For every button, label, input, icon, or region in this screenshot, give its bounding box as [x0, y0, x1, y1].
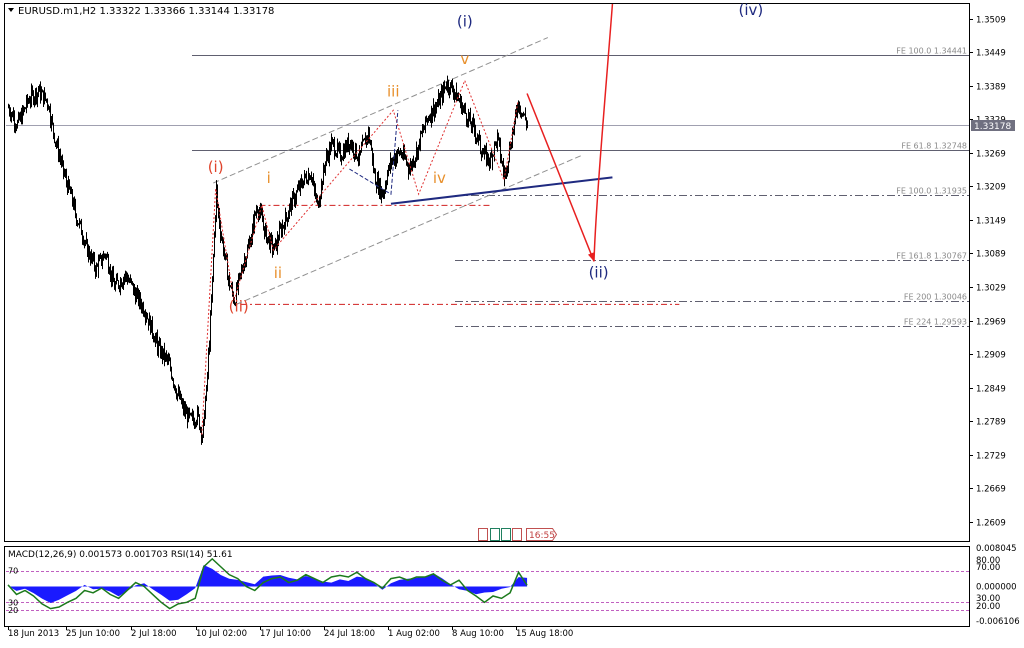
- forecast-up-curve: [593, 3, 614, 262]
- wave-label: (ii): [229, 298, 249, 316]
- arrowhead-icon: [587, 252, 594, 262]
- timer-cell-3: [501, 528, 511, 541]
- price-tick-label: 1.3209: [976, 183, 1006, 193]
- price-tick-label: 1.3149: [976, 217, 1006, 227]
- time-tick-label: 1 Aug 02:00: [388, 629, 440, 639]
- price-tick-label: 1.3509: [976, 16, 1006, 26]
- chart-title: EURUSD.m1,H2 1.33322 1.33366 1.33144 1.3…: [8, 6, 274, 17]
- timer-widget: 16:55: [478, 528, 558, 541]
- blue-trendline: [390, 176, 613, 205]
- time-tick-label: 2 Jul 18:00: [131, 629, 177, 639]
- trend-channels: [213, 37, 680, 305]
- indicator-left-tick: 70: [8, 567, 18, 576]
- indicator-title: MACD(12,26,9) 0.001573 0.001703 RSI(14) …: [8, 550, 233, 560]
- chart-canvas: 1.35091.34491.33891.33291.32691.32091.31…: [4, 1, 1020, 639]
- fib-level-label: FE 61.8 1.32748: [901, 142, 967, 151]
- chart-window: 1.35091.34491.33891.33291.32691.32091.31…: [0, 0, 1024, 644]
- wave-label: (iv): [738, 1, 763, 19]
- wave-label: (ii): [589, 264, 609, 282]
- price-tick-label: 1.2789: [976, 418, 1006, 428]
- wave-label: (i): [457, 12, 473, 30]
- indicator-tick-label: 0.008045: [976, 544, 1017, 554]
- wave-count-lines: [201, 80, 519, 435]
- price-tick-label: 1.3269: [976, 150, 1006, 160]
- main-chart-border: [4, 3, 970, 542]
- price-tick-label: 1.3089: [976, 250, 1006, 260]
- price-tick-label: 1.2849: [976, 385, 1006, 395]
- timer-cell-4: [512, 528, 522, 541]
- symbol-title: EURUSD.m1,H2 1.33322 1.33366 1.33144 1.3…: [18, 6, 274, 17]
- fibonacci-levels: FE 100.0 1.34441 FE 61.8 1.32748 FE 100.0 …: [6, 47, 969, 327]
- price-tick-label: 1.3389: [976, 83, 1006, 93]
- wave-label: iv: [433, 169, 446, 187]
- dropdown-triangle-icon[interactable]: [8, 8, 14, 12]
- price-tick-label: 1.2729: [976, 452, 1006, 462]
- current-price-marker: 1.33178: [971, 120, 1015, 132]
- channel-upper-line: [213, 37, 549, 184]
- wave-label: iii: [387, 82, 400, 100]
- price-axis: 1.35091.34491.33891.33291.32691.32091.31…: [969, 16, 1006, 529]
- indicator-tick-label: 20.00: [976, 602, 1000, 612]
- price-tick-label: 1.2669: [976, 485, 1006, 495]
- indicator-tick-label: 0.000000: [976, 583, 1017, 593]
- wave-label: ii: [274, 264, 282, 282]
- timer-cell-2: [490, 528, 500, 541]
- wave-label: v: [460, 50, 469, 68]
- time-tick-label: 18 Jun 2013: [8, 629, 59, 639]
- time-tick-label: 17 Jul 10:00: [260, 629, 311, 639]
- time-tick-label: 25 Jun 10:00: [66, 629, 120, 639]
- current-price-label: 1.33178: [974, 122, 1011, 132]
- timer-cell-1: [478, 528, 488, 541]
- channel-lower-line: [236, 154, 583, 305]
- time-tick-label: 15 Aug 18:00: [516, 629, 573, 639]
- time-axis: 18 Jun 2013 25 Jun 10:00 2 Jul 18:00 10 Jul…: [8, 627, 573, 639]
- wave-label: i: [267, 169, 271, 187]
- time-tick-label: 10 Jul 02:00: [196, 629, 247, 639]
- fib-level-label: FE 224 1.29593: [904, 318, 967, 327]
- price-tick-label: 1.3029: [976, 284, 1006, 294]
- timer-text: 16:55: [529, 531, 555, 541]
- indicator-tick-label: -0.006106: [976, 617, 1020, 627]
- price-tick-label: 1.2609: [976, 519, 1006, 529]
- fib-level-label: FE 100.0 1.34441: [896, 47, 967, 56]
- time-tick-label: 8 Aug 10:00: [452, 629, 504, 639]
- price-bars: [8, 75, 528, 445]
- forecast-arrows: [526, 3, 614, 262]
- price-tick-label: 1.3449: [976, 49, 1006, 59]
- price-tick-label: 1.2909: [976, 351, 1006, 361]
- time-tick-label: 24 Jul 18:00: [324, 629, 375, 639]
- price-tick-label: 1.2969: [976, 318, 1006, 328]
- fib-level-label: FE 161.8 1.30767: [896, 252, 967, 261]
- forecast-down-arrow: [526, 93, 595, 262]
- fib-level-label: FE 200 1.30046: [904, 293, 967, 302]
- wave-label: (i): [208, 158, 224, 176]
- fib-level-label: FE 100.0 1.31935: [896, 187, 967, 196]
- indicator-tick-label: 70.00: [976, 563, 1000, 573]
- indicator-left-tick: 20: [8, 606, 18, 615]
- wave-labels: (i)(ii)iiiiiiivv(i)(ii)(iv): [208, 1, 764, 315]
